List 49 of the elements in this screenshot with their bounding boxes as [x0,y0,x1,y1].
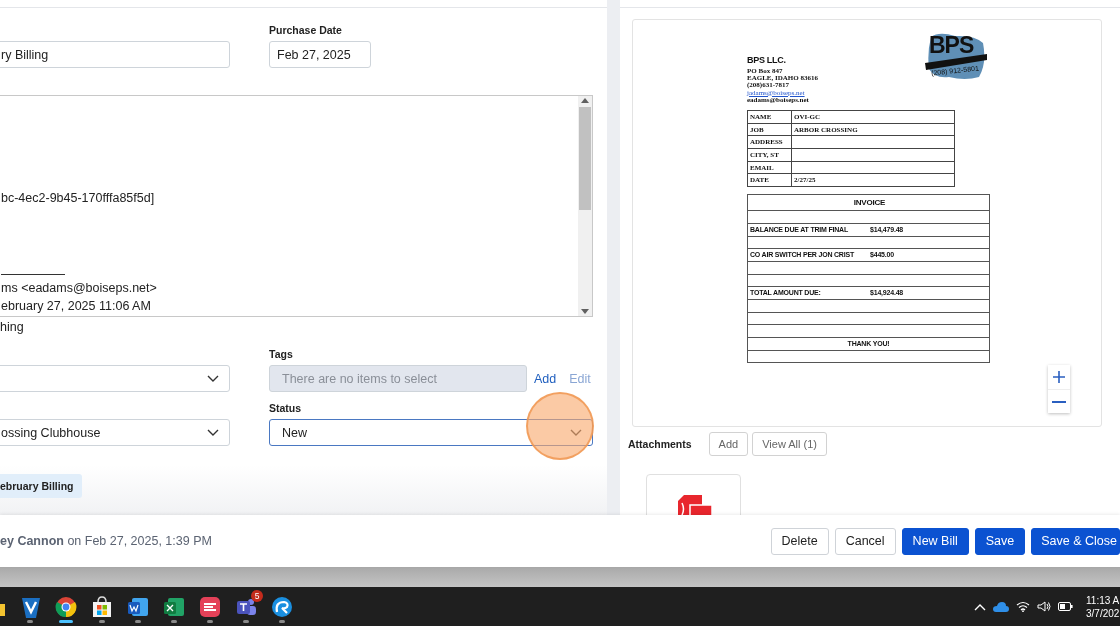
zoom-in-button[interactable] [1048,365,1070,389]
logo-text: BPS [929,32,974,58]
list-app-icon[interactable] [199,595,221,618]
text-line: hing [0,320,25,334]
clock-time[interactable]: 11:13 A [1086,593,1120,607]
chevron-up-icon[interactable] [974,602,986,611]
action-button[interactable]: Cancel [834,527,896,555]
scroll-down-arrow-icon[interactable] [581,308,589,316]
message-line: bc-4ec2-9b45-170fffa85f5d] [1,190,156,207]
message-line: ms <eadams@boiseps.net> [1,280,158,297]
browser-icon[interactable] [55,595,77,618]
store-bag-icon[interactable] [91,595,113,618]
speaker-icon[interactable] [1037,601,1051,612]
logo-drawing [925,33,987,81]
plus-icon [1052,370,1066,384]
action-button[interactable]: Save [974,527,1026,555]
select-field[interactable]: New [269,419,593,446]
message-line: ebruary 27, 2025 11:06 AM [1,298,152,315]
scroll-up-arrow-icon[interactable] [581,96,589,104]
document-app-icon[interactable] [127,595,149,618]
attachment-button[interactable]: Add [708,432,749,456]
scrollbar-thumb[interactable] [579,107,591,210]
invoice-title: INVOICE [853,198,886,207]
action-button[interactable]: Save & Close [1031,527,1120,555]
company-name: BPS LLC. [747,55,787,66]
zoom-out-button[interactable] [1048,389,1070,413]
minus-icon [1052,400,1066,403]
notification-badge: 5 [251,590,263,602]
action-button[interactable]: Delete [770,527,829,555]
cloud-icon[interactable] [993,601,1009,612]
field-label: Purchase Date [269,24,343,36]
battery-icon[interactable] [1058,602,1073,611]
select-field[interactable] [0,365,230,392]
spreadsheet-app-icon[interactable] [163,595,185,618]
field-label: Tags [269,348,294,360]
tags-field: There are no items to select [269,365,527,392]
select-field[interactable]: ossing Clubhouse [0,419,230,446]
clock-date[interactable]: 3/7/202 [1086,606,1120,620]
action-button[interactable]: New Bill [901,527,969,555]
field-label: Status [269,402,303,414]
attachment-button[interactable]: View All (1) [752,432,827,456]
audit-text: ey Cannon on Feb 27, 2025, 1:39 PM [0,534,212,548]
section-label: Attachments [628,438,692,450]
text-field[interactable]: ry Billing [0,41,230,68]
circular-arrow-app-icon[interactable] [271,595,293,618]
date-field[interactable]: Feb 27, 2025 [269,41,371,68]
v-shape-app-icon[interactable] [19,595,41,618]
tag-chip: ebruary Billing [0,474,82,498]
wifi-icon[interactable] [1016,601,1030,612]
